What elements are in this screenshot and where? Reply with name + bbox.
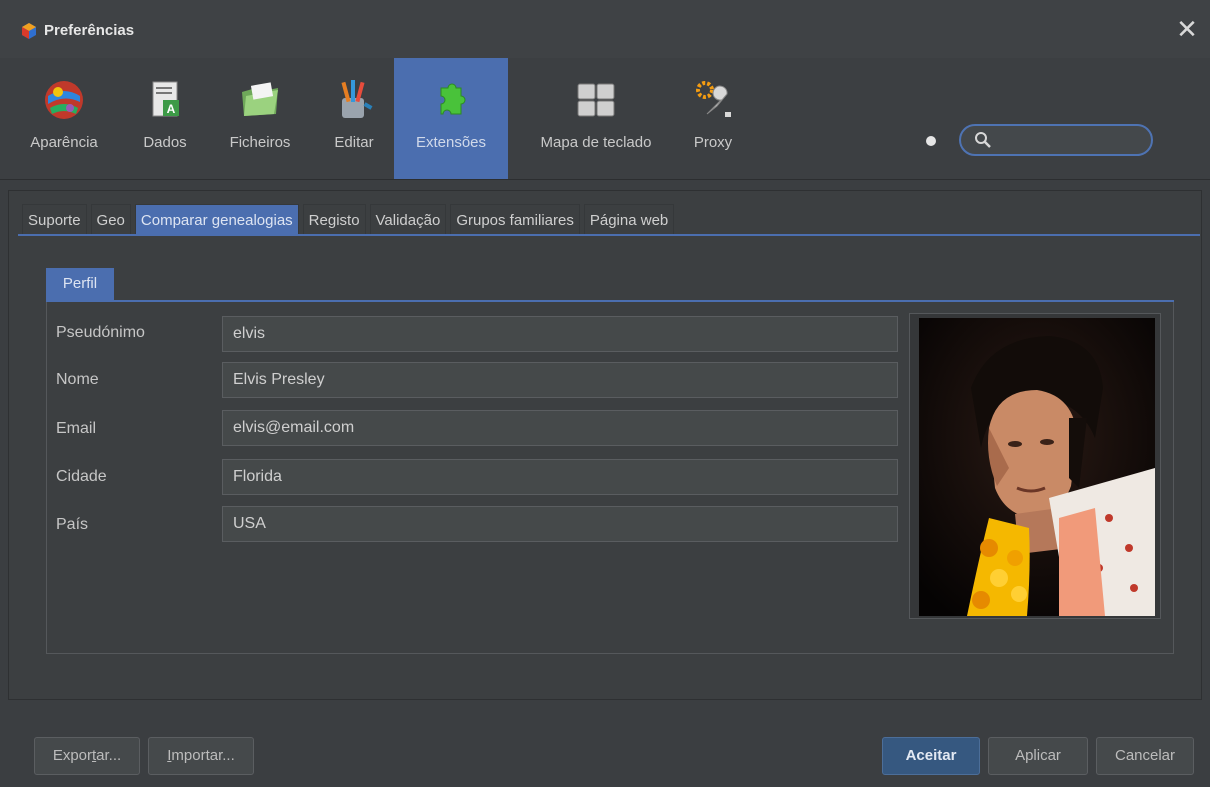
search-field[interactable] [959,124,1153,156]
accept-button[interactable]: Aceitar [882,737,980,775]
appearance-globe-icon [45,81,83,119]
tab-comparar-genealogias[interactable]: Comparar genealogias [134,204,299,236]
email-label: Email [56,420,97,437]
name-field[interactable] [222,362,898,398]
app-logo-icon [22,23,36,39]
tabs-underline [18,234,1200,236]
toolbar-label: Aparência [30,134,98,151]
tab-grupos-familiares[interactable]: Grupos familiares [450,204,580,236]
folder-icon [242,82,278,116]
window-title: Preferências [44,22,135,39]
tab-validacao[interactable]: Validação [369,204,447,236]
toolbar-label: Proxy [693,134,733,151]
data-document-icon: A [152,81,179,117]
tab-geo[interactable]: Geo [90,204,131,236]
toolbar-item-aparencia[interactable]: Aparência [16,58,112,179]
keyboard-keys-icon [577,83,615,117]
toolbar-label: Editar [334,134,374,151]
city-field[interactable] [222,459,898,495]
close-icon[interactable]: ✕ [1173,14,1201,44]
profile-photo [919,318,1155,616]
country-field[interactable] [222,506,898,542]
tab-suporte[interactable]: Suporte [22,204,87,236]
toolbar-label: Ficheiros [229,134,291,151]
export-button[interactable]: Exportar... [34,737,140,775]
title-bar: Preferências ✕ [0,0,1210,59]
toolbar-item-ficheiros[interactable]: Ficheiros [212,58,308,179]
toolbar-label: Extensões [415,134,487,151]
preferences-toolbar: Aparência A Dados Ficheiros Editar Exten… [0,58,1210,180]
toolbar-item-mapa-de-teclado[interactable]: Mapa de teclado [516,58,676,179]
pencil-cup-icon [341,80,373,118]
extension-tabs: Suporte Geo Comparar genealogias Registo… [22,204,675,236]
wrench-gear-icon [696,81,731,117]
import-button[interactable]: Importar... [148,737,254,775]
toolbar-item-extensoes[interactable]: Extensões [394,58,508,179]
profile-photo-frame[interactable] [909,313,1161,619]
city-label: Cidade [56,468,107,485]
tab-registo[interactable]: Registo [302,204,366,236]
country-label: País [56,516,89,533]
tab-pagina-web[interactable]: Página web [583,204,675,236]
cancel-button[interactable]: Cancelar [1096,737,1194,775]
search-icon [975,132,991,148]
name-label: Nome [56,371,99,388]
toolbar-item-dados[interactable]: A Dados [130,58,200,179]
apply-button[interactable]: Aplicar [988,737,1088,775]
svg-text:A: A [167,102,176,116]
toolbar-label: Dados [143,134,187,151]
search-input[interactable] [995,129,1147,153]
pseudonym-field[interactable] [222,316,898,352]
toolbar-item-editar[interactable]: Editar [320,58,388,179]
profile-photo-image [919,318,1155,616]
toolbar-item-proxy[interactable]: Proxy [684,58,742,179]
tab-perfil[interactable]: Perfil [46,268,114,300]
email-field[interactable] [222,410,898,446]
pseudonym-label: Pseudónimo [56,324,145,341]
search-indicator-icon [926,136,936,146]
puzzle-piece-icon [440,83,466,115]
toolbar-label: Mapa de teclado [540,134,652,151]
